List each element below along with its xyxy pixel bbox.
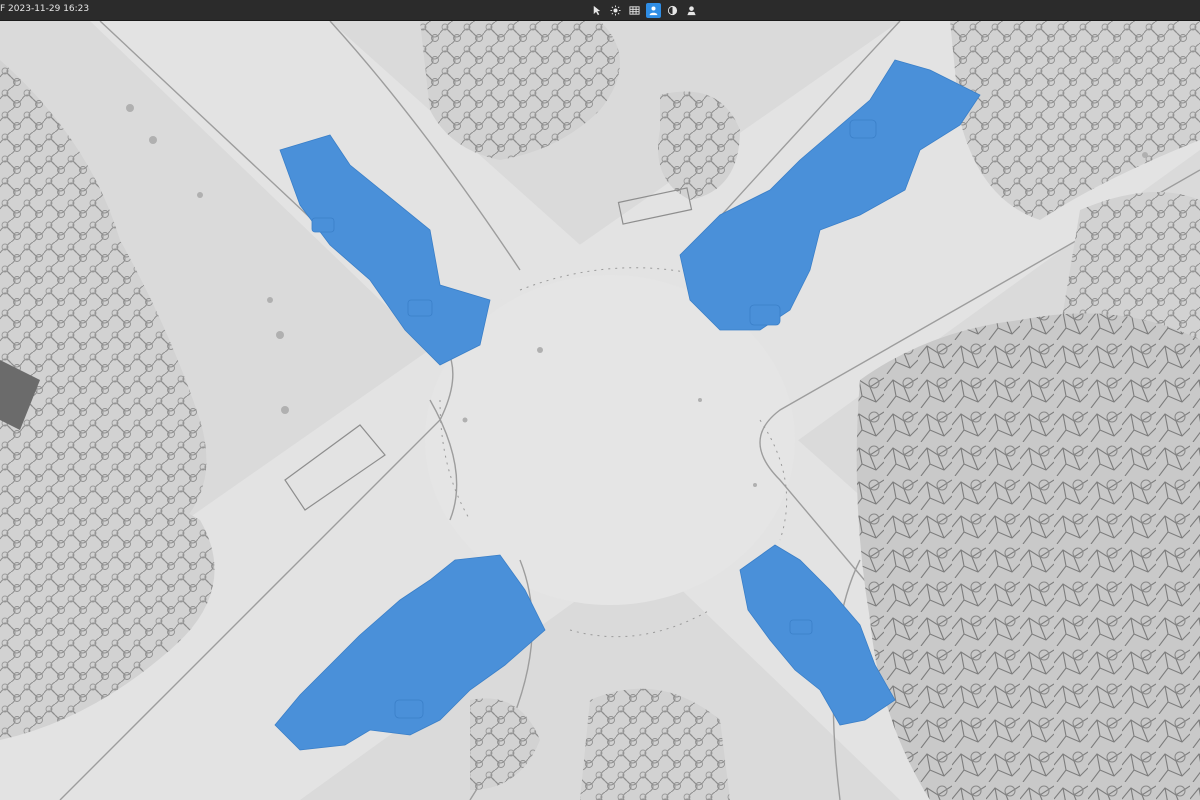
intersection-mesh-view — [0, 21, 1200, 800]
shading-tool-button[interactable] — [665, 3, 680, 18]
pointer-icon — [593, 5, 601, 16]
toolbar-tool-group — [589, 2, 699, 19]
light-icon — [610, 5, 621, 16]
person-icon — [649, 6, 658, 16]
lighting-tool-button[interactable] — [608, 3, 623, 18]
shade-icon — [667, 5, 678, 16]
top-toolbar: F 2023-11-29 16:23 — [0, 0, 1200, 21]
person-tool-button[interactable] — [646, 3, 661, 18]
select-tool-button[interactable] — [589, 3, 604, 18]
profile-tool-button[interactable] — [684, 3, 699, 18]
3d-viewport[interactable] — [0, 21, 1200, 800]
grid-tool-button[interactable] — [627, 3, 642, 18]
profile-icon — [687, 6, 696, 16]
app-window: F 2023-11-29 16:23 — [0, 0, 1200, 800]
grid-icon — [629, 6, 640, 15]
window-title: F 2023-11-29 16:23 — [0, 4, 90, 14]
